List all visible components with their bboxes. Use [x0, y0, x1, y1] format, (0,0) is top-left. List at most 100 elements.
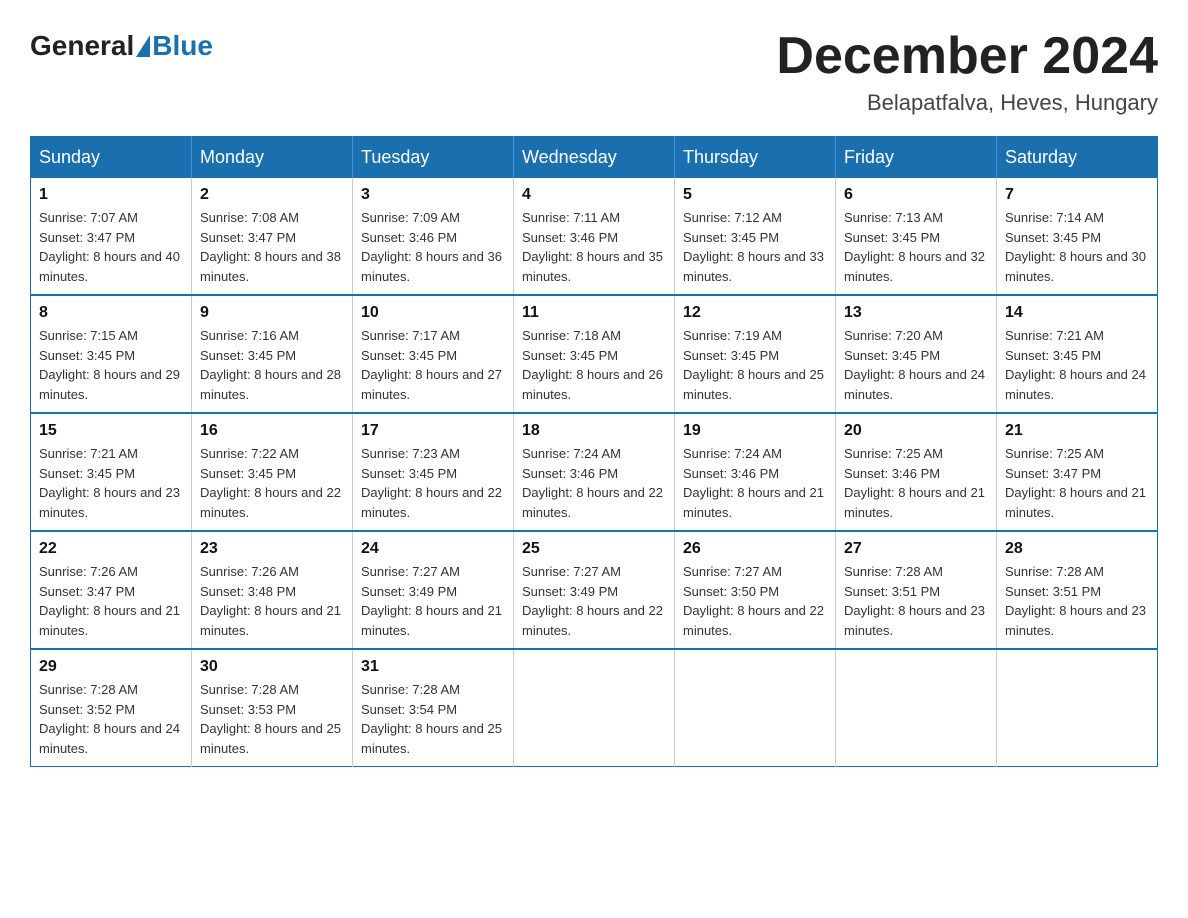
day-number: 1	[39, 186, 183, 204]
day-number: 31	[361, 658, 505, 676]
day-info: Sunrise: 7:09 AM Sunset: 3:46 PM Dayligh…	[361, 208, 505, 286]
calendar-cell: 4 Sunrise: 7:11 AM Sunset: 3:46 PM Dayli…	[514, 178, 675, 295]
calendar-cell: 1 Sunrise: 7:07 AM Sunset: 3:47 PM Dayli…	[31, 178, 192, 295]
day-info: Sunrise: 7:17 AM Sunset: 3:45 PM Dayligh…	[361, 326, 505, 404]
day-info: Sunrise: 7:07 AM Sunset: 3:47 PM Dayligh…	[39, 208, 183, 286]
calendar-week-row: 15 Sunrise: 7:21 AM Sunset: 3:45 PM Dayl…	[31, 413, 1158, 531]
calendar-cell: 16 Sunrise: 7:22 AM Sunset: 3:45 PM Dayl…	[192, 413, 353, 531]
day-info: Sunrise: 7:19 AM Sunset: 3:45 PM Dayligh…	[683, 326, 827, 404]
day-number: 4	[522, 186, 666, 204]
calendar-week-row: 29 Sunrise: 7:28 AM Sunset: 3:52 PM Dayl…	[31, 649, 1158, 767]
day-number: 3	[361, 186, 505, 204]
day-info: Sunrise: 7:16 AM Sunset: 3:45 PM Dayligh…	[200, 326, 344, 404]
day-number: 28	[1005, 540, 1149, 558]
day-number: 27	[844, 540, 988, 558]
calendar-week-row: 8 Sunrise: 7:15 AM Sunset: 3:45 PM Dayli…	[31, 295, 1158, 413]
weekday-header-tuesday: Tuesday	[353, 137, 514, 179]
calendar-cell: 26 Sunrise: 7:27 AM Sunset: 3:50 PM Dayl…	[675, 531, 836, 649]
calendar-cell: 24 Sunrise: 7:27 AM Sunset: 3:49 PM Dayl…	[353, 531, 514, 649]
logo-blue: Blue	[152, 30, 213, 62]
day-number: 12	[683, 304, 827, 322]
day-number: 13	[844, 304, 988, 322]
weekday-header-sunday: Sunday	[31, 137, 192, 179]
calendar-cell: 29 Sunrise: 7:28 AM Sunset: 3:52 PM Dayl…	[31, 649, 192, 767]
day-info: Sunrise: 7:25 AM Sunset: 3:47 PM Dayligh…	[1005, 444, 1149, 522]
day-number: 26	[683, 540, 827, 558]
calendar-cell: 21 Sunrise: 7:25 AM Sunset: 3:47 PM Dayl…	[997, 413, 1158, 531]
calendar-cell: 28 Sunrise: 7:28 AM Sunset: 3:51 PM Dayl…	[997, 531, 1158, 649]
calendar-cell: 8 Sunrise: 7:15 AM Sunset: 3:45 PM Dayli…	[31, 295, 192, 413]
calendar-cell: 3 Sunrise: 7:09 AM Sunset: 3:46 PM Dayli…	[353, 178, 514, 295]
month-title: December 2024	[776, 30, 1158, 82]
day-number: 21	[1005, 422, 1149, 440]
day-info: Sunrise: 7:27 AM Sunset: 3:49 PM Dayligh…	[522, 562, 666, 640]
weekday-header-thursday: Thursday	[675, 137, 836, 179]
calendar-cell	[514, 649, 675, 767]
day-info: Sunrise: 7:12 AM Sunset: 3:45 PM Dayligh…	[683, 208, 827, 286]
calendar-cell: 19 Sunrise: 7:24 AM Sunset: 3:46 PM Dayl…	[675, 413, 836, 531]
weekday-header-saturday: Saturday	[997, 137, 1158, 179]
calendar-cell: 9 Sunrise: 7:16 AM Sunset: 3:45 PM Dayli…	[192, 295, 353, 413]
day-number: 6	[844, 186, 988, 204]
calendar-cell: 30 Sunrise: 7:28 AM Sunset: 3:53 PM Dayl…	[192, 649, 353, 767]
logo-general: General	[30, 30, 134, 62]
calendar-cell: 31 Sunrise: 7:28 AM Sunset: 3:54 PM Dayl…	[353, 649, 514, 767]
calendar-cell: 6 Sunrise: 7:13 AM Sunset: 3:45 PM Dayli…	[836, 178, 997, 295]
day-number: 7	[1005, 186, 1149, 204]
location-subtitle: Belapatfalva, Heves, Hungary	[776, 90, 1158, 116]
day-info: Sunrise: 7:11 AM Sunset: 3:46 PM Dayligh…	[522, 208, 666, 286]
day-info: Sunrise: 7:25 AM Sunset: 3:46 PM Dayligh…	[844, 444, 988, 522]
title-section: December 2024 Belapatfalva, Heves, Hunga…	[776, 30, 1158, 116]
day-number: 2	[200, 186, 344, 204]
day-info: Sunrise: 7:15 AM Sunset: 3:45 PM Dayligh…	[39, 326, 183, 404]
day-info: Sunrise: 7:28 AM Sunset: 3:53 PM Dayligh…	[200, 680, 344, 758]
day-info: Sunrise: 7:28 AM Sunset: 3:51 PM Dayligh…	[844, 562, 988, 640]
day-info: Sunrise: 7:18 AM Sunset: 3:45 PM Dayligh…	[522, 326, 666, 404]
day-info: Sunrise: 7:21 AM Sunset: 3:45 PM Dayligh…	[1005, 326, 1149, 404]
weekday-header-wednesday: Wednesday	[514, 137, 675, 179]
logo: General Blue	[30, 30, 213, 62]
logo-triangle-icon	[136, 35, 150, 57]
day-info: Sunrise: 7:13 AM Sunset: 3:45 PM Dayligh…	[844, 208, 988, 286]
calendar-header-row: SundayMondayTuesdayWednesdayThursdayFrid…	[31, 137, 1158, 179]
calendar-cell	[836, 649, 997, 767]
day-info: Sunrise: 7:27 AM Sunset: 3:49 PM Dayligh…	[361, 562, 505, 640]
day-number: 25	[522, 540, 666, 558]
day-number: 10	[361, 304, 505, 322]
day-number: 14	[1005, 304, 1149, 322]
day-number: 19	[683, 422, 827, 440]
day-info: Sunrise: 7:23 AM Sunset: 3:45 PM Dayligh…	[361, 444, 505, 522]
calendar-cell: 2 Sunrise: 7:08 AM Sunset: 3:47 PM Dayli…	[192, 178, 353, 295]
calendar-cell: 7 Sunrise: 7:14 AM Sunset: 3:45 PM Dayli…	[997, 178, 1158, 295]
calendar-cell	[997, 649, 1158, 767]
calendar-cell: 14 Sunrise: 7:21 AM Sunset: 3:45 PM Dayl…	[997, 295, 1158, 413]
calendar-week-row: 1 Sunrise: 7:07 AM Sunset: 3:47 PM Dayli…	[31, 178, 1158, 295]
day-info: Sunrise: 7:08 AM Sunset: 3:47 PM Dayligh…	[200, 208, 344, 286]
day-number: 29	[39, 658, 183, 676]
weekday-header-monday: Monday	[192, 137, 353, 179]
calendar-cell: 20 Sunrise: 7:25 AM Sunset: 3:46 PM Dayl…	[836, 413, 997, 531]
calendar-cell: 12 Sunrise: 7:19 AM Sunset: 3:45 PM Dayl…	[675, 295, 836, 413]
day-number: 16	[200, 422, 344, 440]
day-number: 20	[844, 422, 988, 440]
day-info: Sunrise: 7:28 AM Sunset: 3:51 PM Dayligh…	[1005, 562, 1149, 640]
calendar-cell: 10 Sunrise: 7:17 AM Sunset: 3:45 PM Dayl…	[353, 295, 514, 413]
day-info: Sunrise: 7:28 AM Sunset: 3:54 PM Dayligh…	[361, 680, 505, 758]
calendar-cell: 18 Sunrise: 7:24 AM Sunset: 3:46 PM Dayl…	[514, 413, 675, 531]
day-number: 22	[39, 540, 183, 558]
calendar-cell: 15 Sunrise: 7:21 AM Sunset: 3:45 PM Dayl…	[31, 413, 192, 531]
calendar-cell	[675, 649, 836, 767]
calendar-cell: 5 Sunrise: 7:12 AM Sunset: 3:45 PM Dayli…	[675, 178, 836, 295]
calendar-cell: 25 Sunrise: 7:27 AM Sunset: 3:49 PM Dayl…	[514, 531, 675, 649]
day-number: 11	[522, 304, 666, 322]
calendar-cell: 13 Sunrise: 7:20 AM Sunset: 3:45 PM Dayl…	[836, 295, 997, 413]
day-number: 23	[200, 540, 344, 558]
day-info: Sunrise: 7:26 AM Sunset: 3:47 PM Dayligh…	[39, 562, 183, 640]
day-number: 30	[200, 658, 344, 676]
day-info: Sunrise: 7:24 AM Sunset: 3:46 PM Dayligh…	[522, 444, 666, 522]
calendar-table: SundayMondayTuesdayWednesdayThursdayFrid…	[30, 136, 1158, 767]
day-number: 24	[361, 540, 505, 558]
calendar-cell: 27 Sunrise: 7:28 AM Sunset: 3:51 PM Dayl…	[836, 531, 997, 649]
day-number: 17	[361, 422, 505, 440]
day-info: Sunrise: 7:22 AM Sunset: 3:45 PM Dayligh…	[200, 444, 344, 522]
